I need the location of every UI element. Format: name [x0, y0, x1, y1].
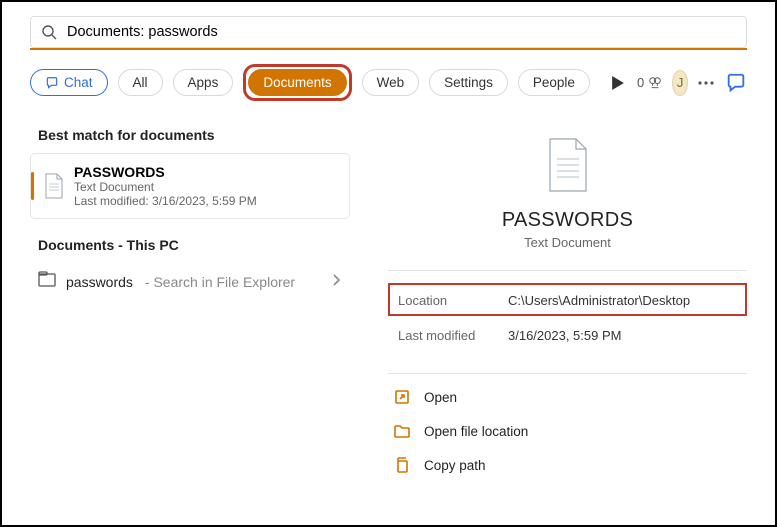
pill-label: Settings: [444, 75, 493, 90]
more-icon[interactable]: [698, 68, 715, 98]
search-in-explorer[interactable]: passwords - Search in File Explorer: [2, 263, 368, 300]
selection-accent: [31, 172, 34, 200]
document-icon: [546, 137, 590, 193]
bing-icon[interactable]: [725, 68, 747, 98]
modified-value: 3/16/2023, 5:59 PM: [508, 328, 737, 343]
result-modified: Last modified: 3/16/2023, 5:59 PM: [74, 194, 257, 208]
result-name: PASSWORDS: [74, 164, 257, 180]
pill-apps[interactable]: Apps: [173, 69, 234, 96]
rewards-points[interactable]: 0: [637, 75, 662, 90]
action-open[interactable]: Open: [388, 380, 747, 414]
copy-icon: [394, 457, 410, 473]
pill-people[interactable]: People: [518, 69, 590, 96]
pill-settings[interactable]: Settings: [429, 69, 508, 96]
highlight-location-row: Location C:\Users\Administrator\Desktop: [388, 283, 747, 316]
action-label: Open: [424, 390, 457, 405]
location-key: Location: [398, 293, 508, 308]
pill-label: Web: [377, 75, 405, 90]
location-value: C:\Users\Administrator\Desktop: [508, 293, 737, 308]
pill-label: Documents: [263, 75, 331, 90]
pill-documents[interactable]: Documents: [248, 69, 346, 96]
modified-key: Last modified: [398, 328, 508, 343]
document-icon: [44, 173, 64, 199]
pill-all[interactable]: All: [118, 69, 163, 96]
explorer-query: passwords: [66, 274, 133, 290]
highlight-documents-pill: Documents: [243, 64, 351, 101]
pill-label: Chat: [64, 75, 93, 90]
filter-row: Chat All Apps Documents Web Settings Peo…: [2, 50, 775, 111]
divider: [388, 270, 747, 271]
chevron-right-icon: [332, 273, 340, 291]
search-input[interactable]: [67, 24, 736, 40]
file-explorer-icon: [38, 271, 56, 292]
explorer-suffix: - Search in File Explorer: [145, 274, 295, 290]
search-icon: [41, 24, 57, 40]
best-match-result[interactable]: PASSWORDS Text Document Last modified: 3…: [30, 153, 350, 219]
open-icon: [394, 389, 410, 405]
results-column: Best match for documents PASSWORDS Text …: [2, 111, 368, 516]
action-label: Open file location: [424, 424, 528, 439]
folder-icon: [394, 423, 410, 439]
action-label: Copy path: [424, 458, 486, 473]
bing-chat-icon: [45, 76, 59, 90]
avatar-initial: J: [677, 75, 684, 90]
preview-subtitle: Text Document: [388, 235, 747, 250]
pill-label: Apps: [188, 75, 219, 90]
action-open-file-location[interactable]: Open file location: [388, 414, 747, 448]
this-pc-heading: Documents - This PC: [2, 219, 368, 263]
modified-row: Last modified 3/16/2023, 5:59 PM: [388, 316, 747, 353]
main-area: Best match for documents PASSWORDS Text …: [2, 111, 775, 516]
best-match-heading: Best match for documents: [2, 119, 368, 153]
trophy-icon: [648, 76, 662, 90]
preview-title: PASSWORDS: [388, 209, 747, 232]
search-bar[interactable]: [30, 16, 747, 48]
preview-pane: PASSWORDS Text Document Location C:\User…: [368, 111, 775, 516]
pill-chat[interactable]: Chat: [30, 69, 108, 96]
pill-web[interactable]: Web: [362, 69, 420, 96]
result-type: Text Document: [74, 180, 257, 194]
avatar[interactable]: J: [672, 70, 688, 96]
pill-label: All: [133, 75, 148, 90]
points-value: 0: [637, 75, 644, 90]
preview-actions: Open Open file location Copy path: [388, 374, 747, 482]
pill-label: People: [533, 75, 575, 90]
action-copy-path[interactable]: Copy path: [388, 448, 747, 482]
play-icon[interactable]: [610, 68, 627, 98]
